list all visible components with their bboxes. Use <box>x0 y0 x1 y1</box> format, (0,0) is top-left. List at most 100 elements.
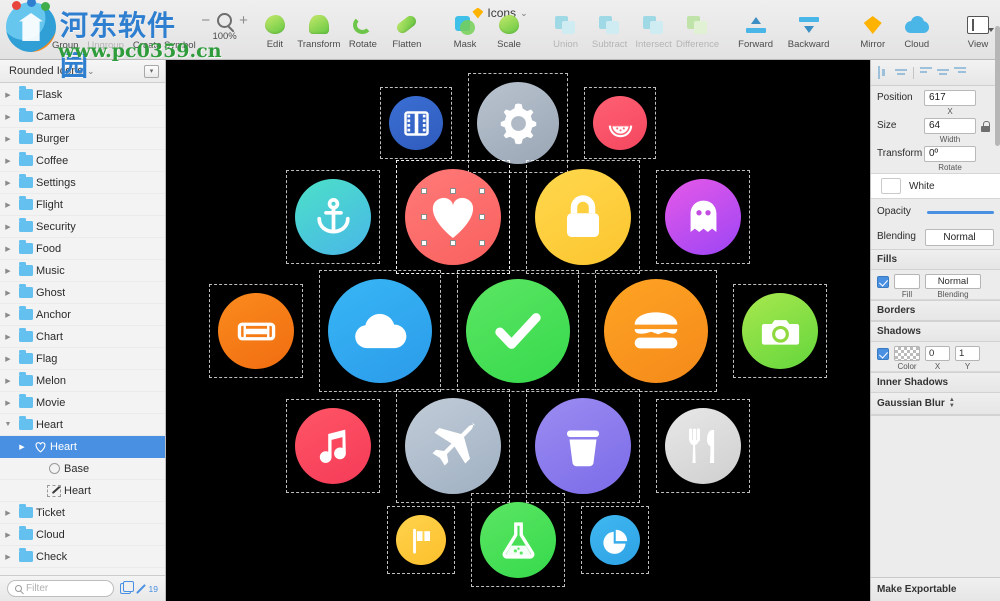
resize-handle-7[interactable] <box>478 239 485 246</box>
disclosure-closed-icon[interactable]: ▶ <box>0 223 16 231</box>
zoom-control[interactable]: − + 100% <box>196 0 253 42</box>
disclosure-closed-icon[interactable]: ▶ <box>0 201 16 209</box>
disclosure-closed-icon[interactable]: ▶ <box>0 245 16 253</box>
pen-icon[interactable] <box>134 583 146 595</box>
size-width-input[interactable]: 64 <box>924 118 976 134</box>
disclosure-open-icon[interactable]: ▼ <box>0 421 16 428</box>
canvas-icon-heart[interactable] <box>396 160 510 274</box>
magnifier-icon[interactable] <box>217 13 233 28</box>
backward-button[interactable]: Backward <box>781 0 837 50</box>
disclosure-closed-icon[interactable]: ▶ <box>0 157 16 165</box>
disclosure-closed-icon[interactable]: ▶ <box>0 399 16 407</box>
blending-select[interactable]: Normal <box>925 228 994 246</box>
design-canvas[interactable] <box>166 60 870 601</box>
align-left-icon[interactable] <box>877 66 891 79</box>
make-exportable-button[interactable]: Make Exportable <box>871 577 1000 601</box>
align-bottom-icon[interactable] <box>953 66 967 79</box>
opacity-slider[interactable] <box>927 210 994 214</box>
canvas-icon-food[interactable] <box>656 399 750 493</box>
resize-handle-3[interactable] <box>421 213 428 220</box>
shadow-color-swatch[interactable] <box>894 346 920 361</box>
disclosure-closed-icon[interactable]: ▶ <box>0 509 16 517</box>
layer-row-heart-18[interactable]: Heart <box>0 480 165 502</box>
disclosure-closed-icon[interactable]: ▶ <box>0 355 16 363</box>
align-middle-vertical-icon[interactable] <box>936 66 950 79</box>
layer-row-flag-12[interactable]: ▶ Flag <box>0 348 165 370</box>
mask-button[interactable]: Mask <box>443 0 487 50</box>
stepper-icon[interactable]: ▲ ▼ <box>949 397 955 409</box>
shadows-section-header[interactable]: Shadows <box>871 321 1000 342</box>
rotate-input[interactable]: 0º <box>924 146 976 162</box>
disclosure-closed-icon[interactable]: ▶ <box>0 267 16 275</box>
aspect-lock-icon[interactable] <box>981 121 990 132</box>
transform-button[interactable]: Transform <box>297 0 341 50</box>
layer-row-check-21[interactable]: ▶ Check <box>0 546 165 568</box>
layers-list[interactable]: ▶ Flask ▶ Camera ▶ Burger ▶ Coffee ▶ Settings ▶ Fli… <box>0 83 165 575</box>
search-input[interactable]: Filter <box>7 580 114 597</box>
zoom-out-button[interactable]: − <box>201 12 210 29</box>
shadow-enabled-checkbox[interactable] <box>877 348 889 360</box>
layer-row-base-17[interactable]: Base <box>0 458 165 480</box>
canvas-icon-movie[interactable] <box>380 87 452 159</box>
resize-handle-5[interactable] <box>421 239 428 246</box>
layer-row-chart-11[interactable]: ▶ Chart <box>0 326 165 348</box>
disclosure-closed-icon[interactable]: ▶ <box>0 553 16 561</box>
layer-row-security-6[interactable]: ▶ Security <box>0 216 165 238</box>
inner-shadows-section-header[interactable]: Inner Shadows <box>871 372 1000 393</box>
selection-handles[interactable] <box>421 188 485 246</box>
align-top-icon[interactable] <box>919 66 933 79</box>
blur-section-header[interactable]: Gaussian Blur ▲ ▼ <box>871 393 1000 415</box>
resize-handle-4[interactable] <box>478 213 485 220</box>
layer-row-anchor-10[interactable]: ▶ Anchor <box>0 304 165 326</box>
fill-color-swatch[interactable] <box>894 274 920 289</box>
layer-row-flight-5[interactable]: ▶ Flight <box>0 194 165 216</box>
flatten-button[interactable]: Flatten <box>385 0 429 50</box>
disclosure-closed-icon[interactable]: ▶ <box>14 443 30 451</box>
disclosure-closed-icon[interactable]: ▶ <box>0 135 16 143</box>
disclosure-closed-icon[interactable]: ▶ <box>0 113 16 121</box>
canvas-icon-chart[interactable] <box>581 506 649 574</box>
layer-row-food-7[interactable]: ▶ Food <box>0 238 165 260</box>
canvas-icon-anchor[interactable] <box>286 170 380 264</box>
canvas-icon-camera[interactable] <box>733 284 827 378</box>
forward-button[interactable]: Forward <box>731 0 781 50</box>
resize-handle-0[interactable] <box>421 188 428 195</box>
layer-row-settings-4[interactable]: ▶ Settings <box>0 172 165 194</box>
canvas-icon-flight[interactable] <box>396 389 510 503</box>
resize-handle-1[interactable] <box>449 188 456 195</box>
duplicate-icon[interactable] <box>119 581 134 594</box>
disclosure-closed-icon[interactable]: ▶ <box>0 311 16 319</box>
position-x-input[interactable]: 617 <box>924 90 976 106</box>
cloud-button[interactable]: Cloud <box>895 0 939 50</box>
shadow-x-input[interactable]: 0 <box>925 346 950 361</box>
disclosure-closed-icon[interactable]: ▶ <box>0 333 16 341</box>
layer-row-melon-13[interactable]: ▶ Melon <box>0 370 165 392</box>
fill-blending-select[interactable]: Normal <box>925 274 981 289</box>
layer-row-burger-2[interactable]: ▶ Burger <box>0 128 165 150</box>
layer-row-flask-0[interactable]: ▶ Flask <box>0 84 165 106</box>
resize-handle-6[interactable] <box>449 239 456 246</box>
shadow-y-input[interactable]: 1 <box>955 346 980 361</box>
disclosure-closed-icon[interactable]: ▶ <box>0 289 16 297</box>
layer-row-heart-16[interactable]: ▶ Heart <box>0 436 165 458</box>
layer-row-heart-15[interactable]: ▼ Heart <box>0 414 165 436</box>
inspector-scrollbar[interactable] <box>995 26 1000 146</box>
zoom-in-button[interactable]: + <box>239 12 248 29</box>
canvas-icon-melon[interactable] <box>584 87 656 159</box>
disclosure-closed-icon[interactable]: ▶ <box>0 179 16 187</box>
canvas-icon-flag[interactable] <box>387 506 455 574</box>
layer-row-ghost-9[interactable]: ▶ Ghost <box>0 282 165 304</box>
disclosure-closed-icon[interactable]: ▶ <box>0 531 16 539</box>
layer-row-movie-14[interactable]: ▶ Movie <box>0 392 165 414</box>
disclosure-closed-icon[interactable]: ▶ <box>0 91 16 99</box>
canvas-icon-settings[interactable] <box>468 73 568 173</box>
canvas-icon-music[interactable] <box>286 399 380 493</box>
fill-enabled-checkbox[interactable] <box>877 276 889 288</box>
canvas-icon-burger[interactable] <box>595 270 717 392</box>
mirror-button[interactable]: Mirror <box>851 0 895 50</box>
canvas-icon-security[interactable] <box>526 160 640 274</box>
layer-row-camera-1[interactable]: ▶ Camera <box>0 106 165 128</box>
rotate-button[interactable]: Rotate <box>341 0 385 50</box>
disclosure-closed-icon[interactable]: ▶ <box>0 377 16 385</box>
canvas-icon-cloud[interactable] <box>319 270 441 392</box>
